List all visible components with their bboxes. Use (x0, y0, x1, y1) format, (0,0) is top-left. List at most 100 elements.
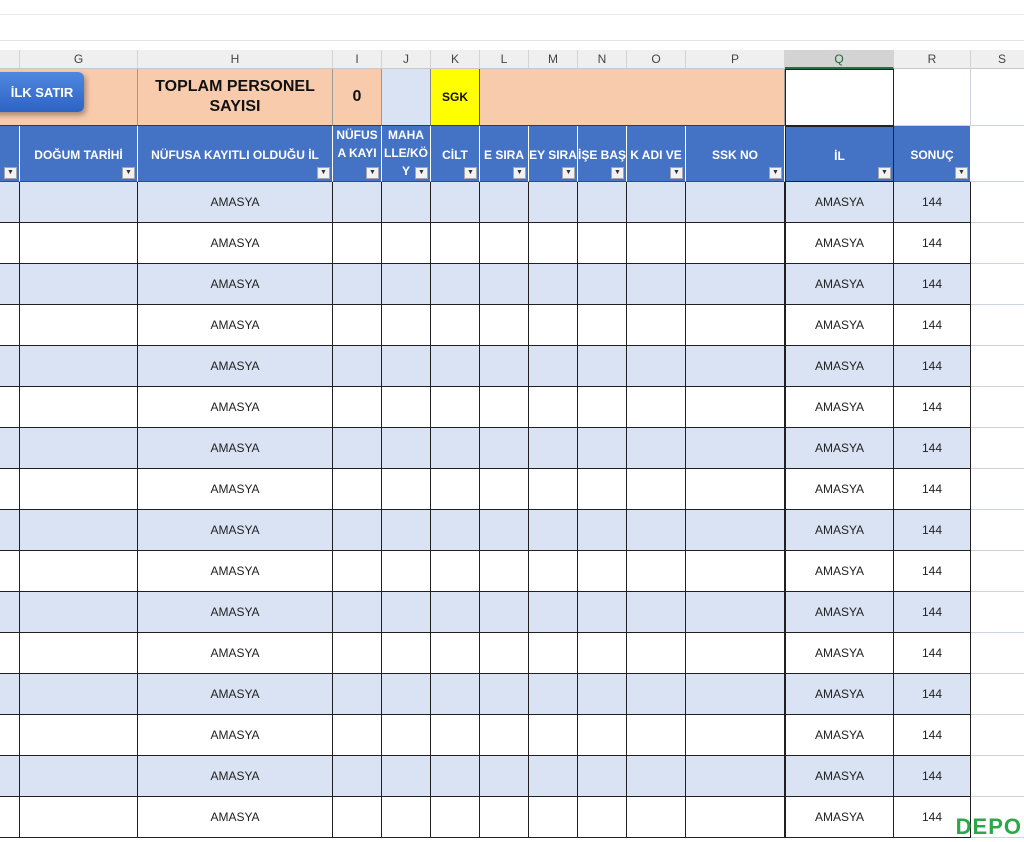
cell-l[interactable] (480, 756, 529, 797)
cell-m[interactable] (529, 633, 578, 674)
filter-dropdown-icon[interactable]: ▼ (366, 167, 379, 179)
cell-j[interactable] (382, 305, 431, 346)
cell-k[interactable] (431, 592, 480, 633)
cell-m[interactable] (529, 428, 578, 469)
cell-i[interactable] (333, 182, 382, 223)
cell-f[interactable] (0, 387, 20, 428)
cell-dogum-tarihi[interactable] (20, 715, 138, 756)
cell-sonuc[interactable]: 144 (894, 510, 971, 551)
cell-o[interactable] (627, 182, 686, 223)
cell-i[interactable] (333, 346, 382, 387)
cell-nufus-il[interactable]: AMASYA (138, 346, 333, 387)
header-il[interactable]: İL ▼ (785, 126, 894, 182)
cell-il[interactable]: AMASYA (785, 264, 894, 305)
cell-j[interactable] (382, 469, 431, 510)
cell-j[interactable] (382, 756, 431, 797)
cell-l[interactable] (480, 510, 529, 551)
cell-dogum-tarihi[interactable] (20, 469, 138, 510)
col-header-P[interactable]: P (686, 50, 785, 69)
cell-n[interactable] (578, 633, 627, 674)
cell-o[interactable] (627, 510, 686, 551)
col-header-L[interactable]: L (480, 50, 529, 69)
cell-sonuc[interactable]: 144 (894, 346, 971, 387)
cell-dogum-tarihi[interactable] (20, 305, 138, 346)
cell-i[interactable] (333, 551, 382, 592)
cell-s[interactable] (971, 223, 1024, 264)
cell-il[interactable]: AMASYA (785, 346, 894, 387)
cell-f[interactable] (0, 756, 20, 797)
cell-i[interactable] (333, 715, 382, 756)
cell-f[interactable] (0, 551, 20, 592)
cell-dogum-tarihi[interactable] (20, 633, 138, 674)
cell-m[interactable] (529, 387, 578, 428)
cell-sonuc[interactable]: 144 (894, 264, 971, 305)
cell-il[interactable]: AMASYA (785, 551, 894, 592)
cell-p[interactable] (686, 182, 785, 223)
cell-dogum-tarihi[interactable] (20, 264, 138, 305)
cell-k[interactable] (431, 387, 480, 428)
cell-p[interactable] (686, 264, 785, 305)
cell-s[interactable] (971, 510, 1024, 551)
header-dogum-tarihi[interactable]: DOĞUM TARİHİ ▼ (20, 126, 138, 182)
top-cell-q[interactable] (785, 69, 894, 126)
cell-l[interactable] (480, 592, 529, 633)
cell-p[interactable] (686, 305, 785, 346)
cell-l[interactable] (480, 715, 529, 756)
cell-o[interactable] (627, 346, 686, 387)
cell-m[interactable] (529, 756, 578, 797)
cell-n[interactable] (578, 346, 627, 387)
cell-m[interactable] (529, 264, 578, 305)
cell-i[interactable] (333, 674, 382, 715)
cell-j[interactable] (382, 182, 431, 223)
cell-p[interactable] (686, 797, 785, 838)
top-cell-s[interactable] (971, 69, 1024, 126)
filter-dropdown-icon[interactable]: ▼ (611, 167, 624, 179)
header-n[interactable]: İŞE BAŞ ▼ (578, 126, 627, 182)
cell-f[interactable] (0, 182, 20, 223)
cell-f[interactable] (0, 428, 20, 469)
cell-sonuc[interactable]: 144 (894, 223, 971, 264)
cell-m[interactable] (529, 797, 578, 838)
cell-nufus-il[interactable]: AMASYA (138, 756, 333, 797)
cell-n[interactable] (578, 551, 627, 592)
cell-n[interactable] (578, 797, 627, 838)
cell-j[interactable] (382, 428, 431, 469)
cell-nufus-il[interactable]: AMASYA (138, 510, 333, 551)
cell-j[interactable] (382, 674, 431, 715)
cell-m[interactable] (529, 715, 578, 756)
col-header-M[interactable]: M (529, 50, 578, 69)
cell-m[interactable] (529, 510, 578, 551)
col-header-Q[interactable]: Q (785, 50, 894, 69)
cell-l[interactable] (480, 551, 529, 592)
cell-p[interactable] (686, 715, 785, 756)
cell-p[interactable] (686, 387, 785, 428)
col-header-R[interactable]: R (894, 50, 971, 69)
cell-p[interactable] (686, 592, 785, 633)
cell-l[interactable] (480, 223, 529, 264)
cell-n[interactable] (578, 182, 627, 223)
cell-l[interactable] (480, 428, 529, 469)
cell-p[interactable] (686, 469, 785, 510)
cell-il[interactable]: AMASYA (785, 715, 894, 756)
cell-k[interactable] (431, 305, 480, 346)
cell-m[interactable] (529, 223, 578, 264)
cell-il[interactable]: AMASYA (785, 510, 894, 551)
cell-f[interactable] (0, 469, 20, 510)
header-l[interactable]: E SIRA ▼ (480, 126, 529, 182)
cell-k[interactable] (431, 797, 480, 838)
cell-l[interactable] (480, 633, 529, 674)
cell-dogum-tarihi[interactable] (20, 223, 138, 264)
cell-dogum-tarihi[interactable] (20, 592, 138, 633)
cell-sonuc[interactable]: 144 (894, 592, 971, 633)
col-header-H[interactable]: H (138, 50, 333, 69)
cell-sonuc[interactable]: 144 (894, 305, 971, 346)
filter-dropdown-icon[interactable]: ▼ (122, 167, 135, 179)
cell-j[interactable] (382, 346, 431, 387)
cell-n[interactable] (578, 756, 627, 797)
top-cell-r[interactable] (894, 69, 971, 126)
cell-i[interactable] (333, 797, 382, 838)
cell-sonuc[interactable]: 144 (894, 428, 971, 469)
filter-dropdown-icon[interactable]: ▼ (769, 167, 782, 179)
col-header-G[interactable]: G (20, 50, 138, 69)
cell-nufus-il[interactable]: AMASYA (138, 633, 333, 674)
